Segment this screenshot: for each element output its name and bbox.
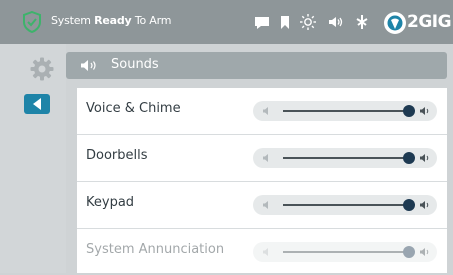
volume-low-icon (263, 201, 268, 209)
volume-high-icon (420, 248, 429, 256)
slider-track (283, 110, 409, 112)
status-prefix: System (51, 14, 91, 27)
setting-label: System Annunciation (86, 242, 225, 257)
slider-knob[interactable] (403, 199, 415, 211)
volume-low-icon (263, 154, 268, 162)
page-title: Sounds (111, 57, 159, 72)
volume-low-icon (263, 248, 268, 256)
slider-track (283, 251, 409, 253)
brightness-icon[interactable] (299, 13, 317, 31)
volume-slider[interactable] (253, 195, 437, 215)
sound-setting-system-annunciation: System Annunciation (77, 229, 447, 275)
status-state: Ready (94, 14, 132, 27)
setting-label: Keypad (86, 195, 135, 210)
setting-label: Voice & Chime (86, 101, 181, 116)
volume-slider[interactable] (253, 148, 437, 168)
status-suffix: To Arm (134, 14, 172, 27)
volume-high-icon (420, 154, 429, 162)
sounds-settings-list: Voice & Chime Doorbells Keypad System An… (77, 88, 447, 273)
speaker-icon (81, 60, 96, 71)
section-header: Sounds (66, 52, 447, 79)
gear-icon[interactable] (30, 57, 54, 81)
back-arrow-icon (33, 98, 41, 110)
shield-check-icon (23, 11, 41, 33)
volume-icon[interactable] (327, 13, 345, 31)
system-status-text[interactable]: System Ready To Arm (51, 14, 171, 27)
volume-high-icon (420, 201, 429, 209)
volume-high-icon (420, 107, 429, 115)
bookmark-icon[interactable] (279, 13, 291, 31)
volume-low-icon (263, 107, 268, 115)
sound-setting-keypad: Keypad (77, 182, 447, 229)
z-wave-icon[interactable] (355, 13, 369, 31)
slider-track (283, 204, 409, 206)
sound-setting-doorbells: Doorbells (77, 135, 447, 182)
brand-name: 2GIG (407, 12, 452, 32)
back-button[interactable] (24, 94, 50, 114)
slider-knob (403, 246, 415, 258)
volume-slider (253, 242, 437, 262)
setting-label: Doorbells (86, 148, 148, 163)
message-icon[interactable] (254, 13, 270, 31)
volume-slider[interactable] (253, 101, 437, 121)
sound-setting-voice-chime: Voice & Chime (77, 88, 447, 135)
slider-knob[interactable] (403, 152, 415, 164)
slider-track (283, 157, 409, 159)
status-bar: System Ready To Arm 2GIG (0, 0, 453, 44)
slider-knob[interactable] (403, 105, 415, 117)
